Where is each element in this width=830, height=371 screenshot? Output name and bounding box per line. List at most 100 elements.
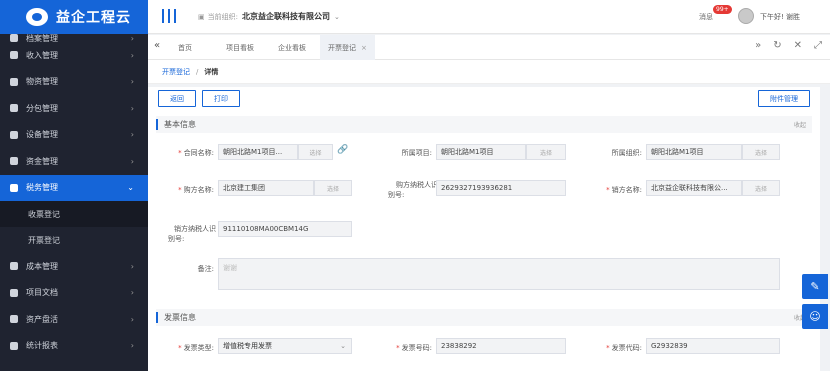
seller-tax-field[interactable]: 91110108MA00CBM14G	[218, 221, 352, 237]
tab-label: 项目看板	[226, 43, 254, 52]
label-text: 发票类型:	[183, 344, 214, 352]
contract-label: * 合同名称:	[162, 148, 214, 158]
buyer-select-button[interactable]: 选择	[314, 180, 352, 196]
breadcrumb-separator: /	[196, 67, 199, 76]
remark-field[interactable]: 谢谢	[218, 258, 780, 290]
breadcrumb: 开票登记 / 详情	[148, 60, 830, 84]
project-field[interactable]: 朝阳北路M1项目	[436, 144, 526, 160]
funds-icon	[10, 157, 18, 166]
support-float-button[interactable]: ☺	[802, 304, 828, 329]
back-button[interactable]: 返回	[158, 90, 196, 107]
menu-toggle-icon[interactable]	[162, 9, 176, 23]
breadcrumb-current: 详情	[204, 67, 219, 76]
double-chevron-left-icon[interactable]: «	[154, 40, 160, 51]
sidebar-item-documents[interactable]: 项目文档 ›	[0, 280, 148, 307]
org-switcher[interactable]: ▣ 当前组织: 北京益企联科技有限公司 ⌄	[198, 11, 340, 22]
chevron-right-icon: ›	[130, 314, 134, 324]
main-content: 开票登记 / 详情 返回 打印 附件管理 基本信息 收起 * 合同名称: 朝阳北路…	[148, 60, 830, 371]
required-mark: *	[606, 186, 610, 194]
label-text: 合同名称:	[183, 149, 214, 157]
sidebar-item-tax[interactable]: 税务管理 ⌄	[0, 174, 148, 201]
chevron-right-icon: ›	[130, 77, 134, 87]
required-mark: *	[178, 149, 182, 157]
sidebar-item-archive[interactable]: 档案管理 ›	[0, 34, 148, 42]
invoice-type-select[interactable]: 增值税专用发票 ⌄	[218, 338, 352, 354]
label-line-2: 别号:	[168, 235, 185, 243]
income-icon	[10, 51, 18, 60]
assets-icon	[10, 315, 18, 324]
sidebar-item-equipment[interactable]: 设备管理 ›	[0, 122, 148, 149]
detail-panel: 返回 打印 附件管理 基本信息 收起 * 合同名称: 朝阳北路M1项目... 选择…	[148, 87, 820, 371]
brand-name: 益企工程云	[56, 10, 131, 26]
tab-tools: » ↻ ✕ ⤢	[755, 40, 822, 51]
buyer-tax-label: 购方纳税人识 别号:	[374, 180, 438, 200]
buyer-tax-field[interactable]: 2629327193936281	[436, 180, 566, 196]
seller-field[interactable]: 北京益企联科技有限公...	[646, 180, 742, 196]
attachments-button[interactable]: 附件管理	[758, 90, 810, 107]
invoice-number-field[interactable]: 23838292	[436, 338, 566, 354]
sidebar-item-income[interactable]: 收入管理 ›	[0, 42, 148, 69]
refresh-icon[interactable]: ↻	[773, 40, 781, 51]
user-icon: ☺	[809, 310, 821, 323]
fullscreen-icon[interactable]: ⤢	[814, 40, 822, 51]
close-icon[interactable]: ×	[361, 44, 367, 52]
contract-field[interactable]: 朝阳北路M1项目...	[218, 144, 298, 160]
sidebar-item-label: 成本管理	[26, 261, 58, 271]
feedback-float-button[interactable]: ✎	[802, 274, 828, 299]
label-text: 发票号码:	[401, 344, 432, 352]
section-marker	[156, 119, 158, 130]
invoice-type-value: 增值税专用发票	[223, 342, 272, 350]
seller-select-button[interactable]: 选择	[742, 180, 780, 196]
sidebar-item-cost[interactable]: 成本管理 ›	[0, 253, 148, 280]
sidebar-subitem-receive-invoice[interactable]: 收票登记	[0, 201, 148, 227]
tab-project-board[interactable]: 项目看板	[218, 35, 262, 60]
sidebar-item-label: 资金管理	[26, 156, 58, 166]
sidebar-item-label: 税务管理	[26, 183, 58, 193]
building-icon: ▣	[198, 12, 205, 21]
messages-label[interactable]: 消息	[699, 12, 713, 22]
section-invoice-info: 发票信息 收起	[156, 309, 812, 326]
link-icon[interactable]: 🔗	[337, 145, 348, 155]
buyer-field[interactable]: 北京建工集团	[218, 180, 314, 196]
tab-home[interactable]: 首页	[170, 35, 200, 60]
tab-company-board[interactable]: 企业看板	[270, 35, 314, 60]
chevron-down-icon: ⌄	[333, 12, 340, 21]
chevron-right-icon: ›	[130, 341, 134, 351]
sidebar-item-funds[interactable]: 资金管理 ›	[0, 148, 148, 175]
tab-issue-invoice[interactable]: 开票登记 ×	[320, 35, 375, 60]
sidebar-item-label: 设备管理	[26, 130, 58, 140]
sidebar-item-label: 资产盘活	[26, 314, 58, 324]
brand-logo[interactable]: 益企工程云	[0, 0, 148, 34]
sidebar-item-reports[interactable]: 统计报表 ›	[0, 333, 148, 360]
contract-select-button[interactable]: 选择	[298, 144, 333, 160]
sidebar-item-materials[interactable]: 物资管理 ›	[0, 69, 148, 96]
sidebar-subitem-label: 收票登记	[28, 209, 60, 219]
chevron-right-icon: ›	[130, 261, 134, 271]
org-field[interactable]: 朝阳北路M1项目	[646, 144, 742, 160]
user-greeting[interactable]: 下午好! 谢胜	[760, 12, 800, 22]
tab-label: 企业看板	[278, 43, 306, 52]
sidebar-item-label: 项目文档	[26, 288, 58, 298]
invoice-code-field[interactable]: G2932839	[646, 338, 780, 354]
sidebar-item-label: 分包管理	[26, 103, 58, 113]
avatar[interactable]	[738, 8, 754, 24]
tab-label: 开票登记	[328, 43, 356, 52]
double-chevron-right-icon[interactable]: »	[755, 40, 761, 51]
equipment-icon	[10, 130, 18, 139]
sidebar-item-assets[interactable]: 资产盘活 ›	[0, 306, 148, 333]
chevron-right-icon: ›	[130, 34, 134, 42]
cost-icon	[10, 262, 18, 271]
required-mark: *	[178, 344, 182, 352]
collapse-link[interactable]: 收起	[794, 120, 806, 129]
close-all-icon[interactable]: ✕	[794, 40, 802, 51]
chevron-down-icon: ⌄	[340, 342, 346, 350]
sidebar-subitem-issue-invoice[interactable]: 开票登记	[0, 227, 148, 253]
project-label: 所属项目:	[401, 149, 432, 157]
breadcrumb-parent[interactable]: 开票登记	[162, 67, 190, 77]
project-select-button[interactable]: 选择	[526, 144, 566, 160]
label-text: 销方名称:	[611, 186, 642, 194]
top-bar: 益企工程云 ▣ 当前组织: 北京益企联科技有限公司 ⌄ 消息 99+ 下午好! …	[0, 0, 830, 34]
print-button[interactable]: 打印	[202, 90, 240, 107]
org-select-button[interactable]: 选择	[742, 144, 780, 160]
sidebar-item-subcontract[interactable]: 分包管理 ›	[0, 95, 148, 122]
